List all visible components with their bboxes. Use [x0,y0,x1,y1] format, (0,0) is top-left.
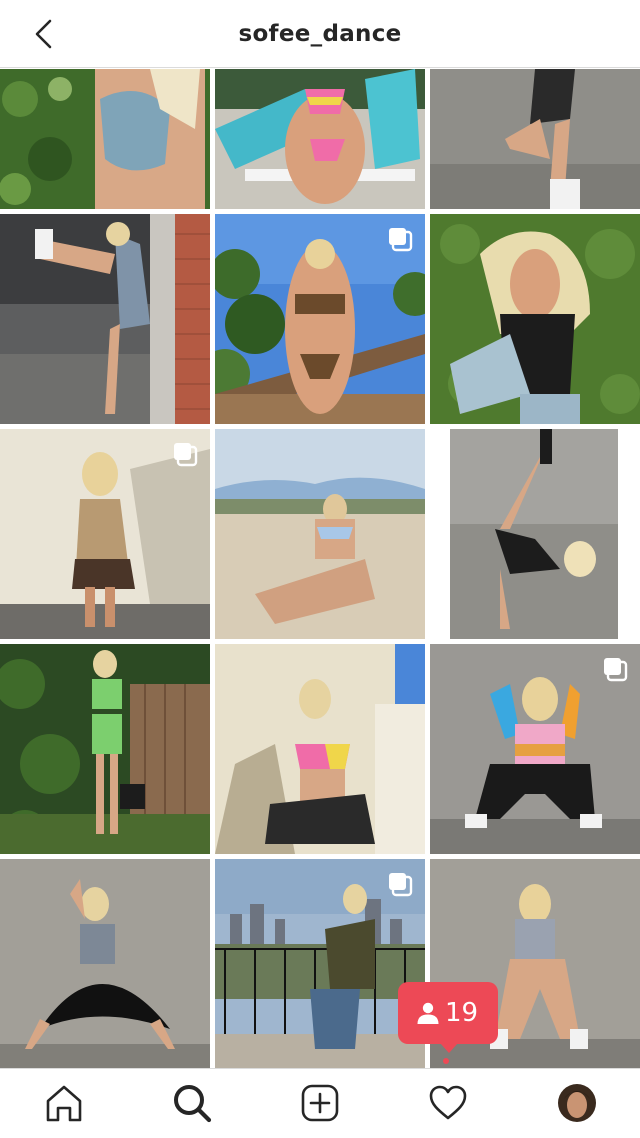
nav-home[interactable] [42,1081,86,1125]
top-bar: sofee_dance [0,0,640,68]
post-image [0,69,210,209]
post-thumbnail-7[interactable] [0,429,210,639]
post-thumbnail-12[interactable] [430,644,640,854]
post-image [0,859,210,1069]
new-post-icon [301,1084,339,1122]
post-image [215,429,425,639]
post-image [430,69,640,209]
post-image [430,214,640,424]
post-thumbnail-2[interactable] [215,69,425,209]
multiple-photos-icon [389,873,413,897]
photo-grid [0,69,640,1069]
post-thumbnail-5[interactable] [215,214,425,424]
post-thumbnail-4[interactable] [0,214,210,424]
post-image [430,429,640,639]
post-image [0,644,210,854]
home-icon [46,1085,82,1122]
post-thumbnail-3[interactable] [430,69,640,209]
person-icon [417,1002,439,1024]
post-thumbnail-8[interactable] [215,429,425,639]
activity-dot [443,1058,449,1064]
search-icon [174,1085,212,1123]
profile-avatar [558,1084,596,1122]
post-image [215,644,425,854]
nav-activity[interactable] [426,1081,470,1125]
post-thumbnail-6[interactable] [430,214,640,424]
nav-profile[interactable] [555,1081,599,1125]
bottom-navigation [0,1058,640,1138]
multiple-photos-icon [604,658,628,682]
multiple-photos-icon [389,228,413,252]
nav-search[interactable] [170,1081,214,1125]
post-image [215,69,425,209]
post-thumbnail-1[interactable] [0,69,210,209]
post-thumbnail-9[interactable] [430,429,640,639]
nav-new-post[interactable] [298,1081,342,1125]
post-thumbnail-11[interactable] [215,644,425,854]
multiple-photos-icon [174,443,198,467]
post-image [0,214,210,424]
post-thumbnail-14[interactable] [215,859,425,1069]
post-thumbnail-10[interactable] [0,644,210,854]
follower-count: 19 [445,998,479,1028]
profile-username: sofee_dance [238,21,402,47]
new-followers-badge[interactable]: 19 [398,982,498,1053]
post-thumbnail-13[interactable] [0,859,210,1069]
heart-icon [429,1085,467,1120]
